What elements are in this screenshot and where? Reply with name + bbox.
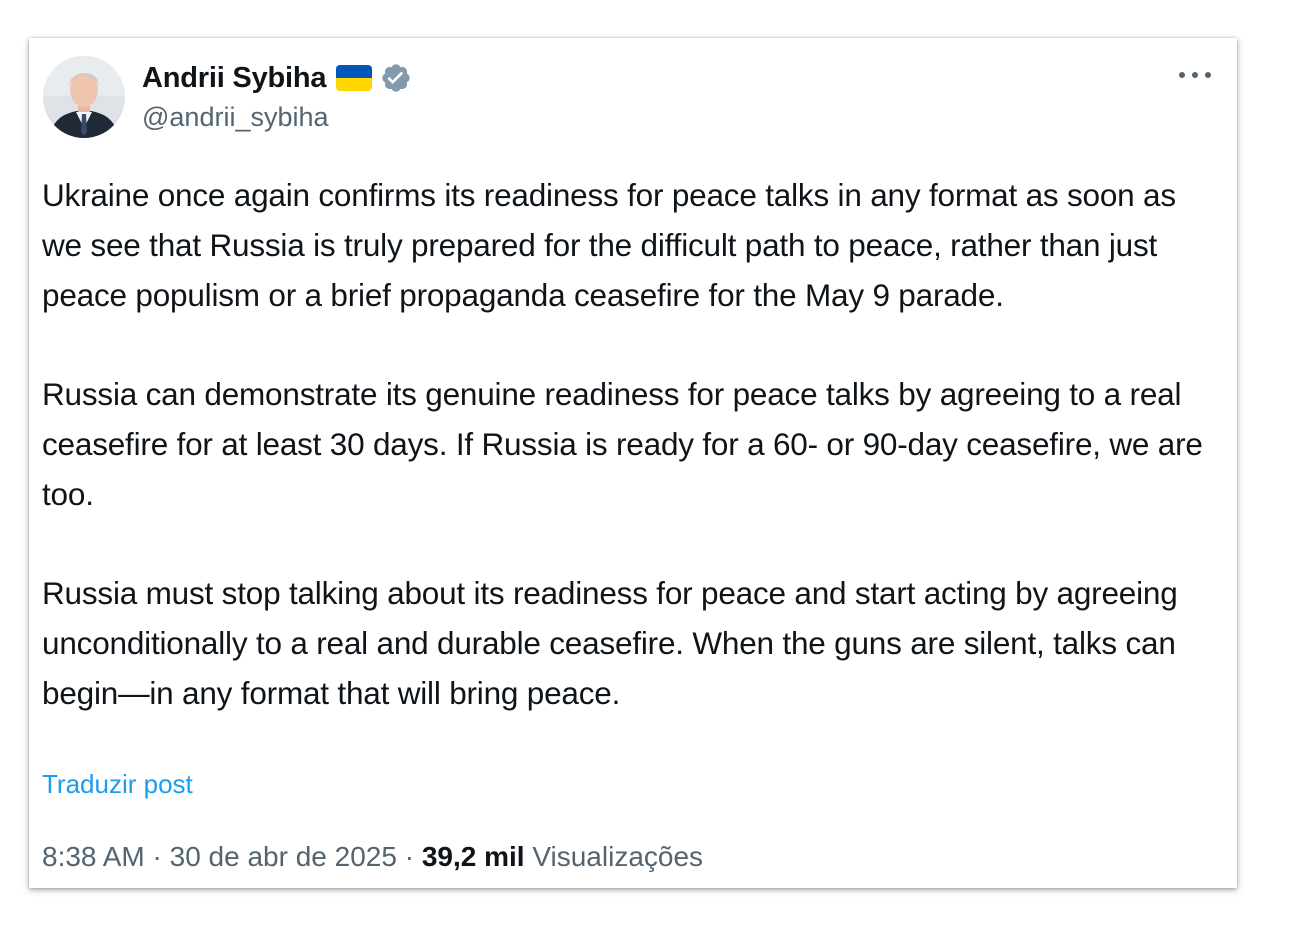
avatar-photo [43,56,125,138]
ukraine-flag-icon [336,65,373,91]
verified-badge-icon[interactable] [380,62,412,94]
author-handle[interactable]: @andrii_sybiha [142,102,329,133]
meta-separator: · [404,841,415,872]
meta-separator: · [152,841,162,872]
more-options-icon [1179,72,1211,78]
tweet-date[interactable]: 30 de abr de 2025 [170,841,397,872]
tweet-meta: 8:38 AM · 30 de abr de 2025 · 39,2 mil V… [42,841,703,873]
tweet-paragraph: Russia can demonstrate its genuine readi… [42,376,1203,512]
tweet-paragraph: Russia must stop talking about its readi… [42,575,1178,711]
translate-post-link[interactable]: Traduzir post [42,769,193,800]
avatar[interactable] [43,56,125,138]
more-options-button[interactable] [1175,60,1215,90]
author-name-row: Andrii Sybiha [142,58,412,98]
views-count: 39,2 mil [421,841,525,872]
tweet-paragraph: Ukraine once again confirms its readines… [42,177,1176,313]
tweet-card: Andrii Sybiha @andrii_sybiha Ukraine onc… [29,38,1237,888]
author-display-name[interactable]: Andrii Sybiha [142,62,327,95]
tweet-text: Ukraine once again confirms its readines… [42,170,1212,718]
tweet-time[interactable]: 8:38 AM [42,841,145,872]
views-label: Visualizações [532,841,704,872]
